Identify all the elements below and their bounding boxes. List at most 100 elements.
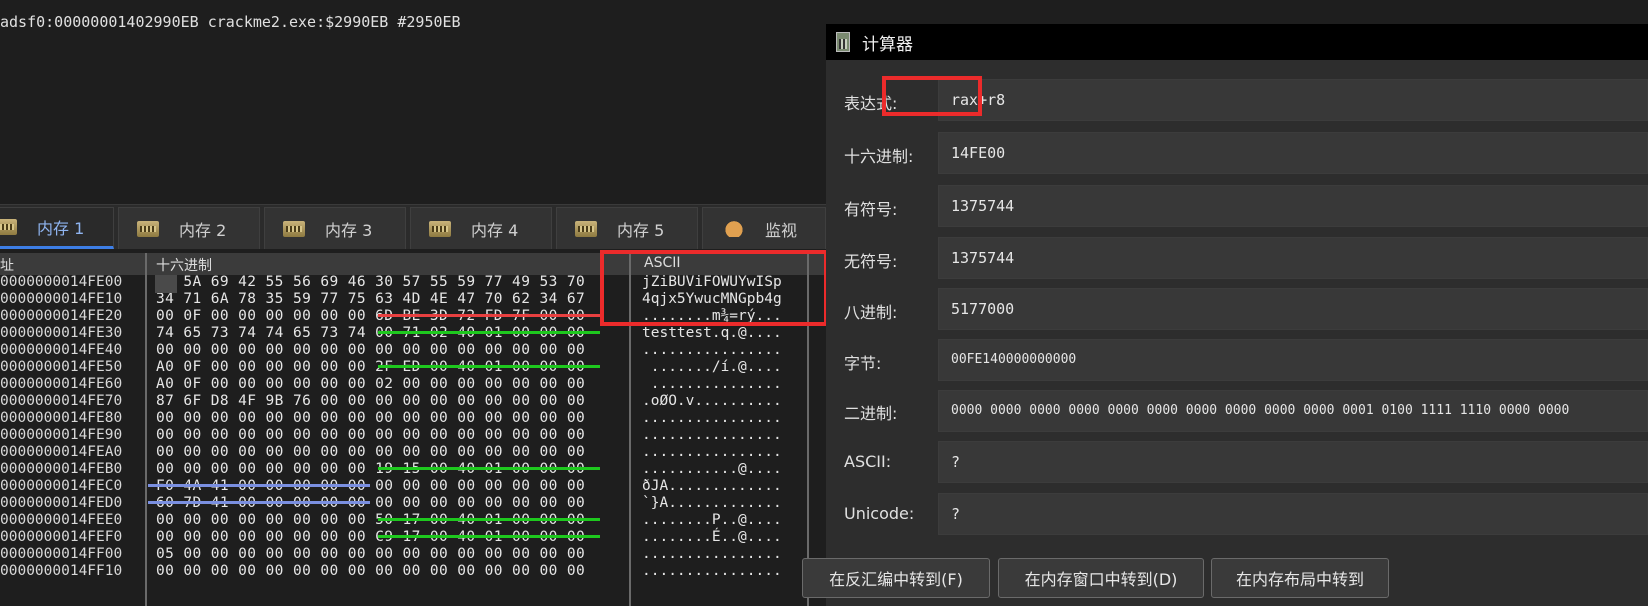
dump-row-ascii[interactable]: ðJA.............: [642, 477, 782, 495]
memory-icon: [283, 220, 305, 237]
dump-row[interactable]: 0000000014FEA0 00 00 00 00 00 00 00 00 00…: [0, 443, 826, 461]
dump-row-address: 0000000014FE50: [0, 359, 123, 375]
dump-row-ascii[interactable]: .oØO.v..........: [642, 392, 782, 410]
bytes-field[interactable]: 00FE140000000000: [938, 339, 1648, 381]
dump-row-ascii[interactable]: ................: [642, 562, 782, 580]
tab-label: 内存 3: [325, 220, 373, 240]
tab-memory-3[interactable]: 内存 3: [264, 207, 406, 249]
dump-row-ascii[interactable]: `}A.............: [642, 494, 782, 512]
dump-row-hex[interactable]: A0 0F 00 00 00 00 00 00 02 00 00 00 00 0…: [156, 375, 585, 393]
signed-field[interactable]: 1375744: [938, 185, 1648, 227]
dump-row-address: 0000000014FE30: [0, 325, 123, 341]
pointer-underline: [378, 518, 600, 521]
octal-label: 八进制:: [844, 303, 898, 322]
dump-row-ascii[interactable]: ......./í.@....: [642, 358, 782, 376]
dump-row-ascii[interactable]: testtest.q.@....: [642, 324, 782, 342]
dump-row-ascii[interactable]: ................: [642, 409, 782, 427]
annotation-box-expression: [882, 76, 982, 116]
ascii-label: ASCII:: [844, 452, 892, 471]
dump-row-address: 0000000014FE40: [0, 342, 123, 358]
hex-column-header: 十六进制: [156, 258, 212, 274]
info-pane: adsf0:00000001402990EB crackme2.exe:$299…: [0, 0, 826, 202]
dump-row-address: 0000000014FE90: [0, 427, 123, 443]
dump-row-hex[interactable]: 00 00 00 00 00 00 00 00 00 00 00 00 00 0…: [156, 562, 585, 580]
dump-row-ascii[interactable]: ................: [642, 341, 782, 359]
dump-row[interactable]: 0000000014FE70 87 6F D8 4F 9B 76 00 00 00…: [0, 392, 826, 410]
annotation-box-ascii: [600, 250, 828, 326]
pointer-underline: [378, 467, 600, 470]
hex-label: 十六进制:: [844, 147, 914, 166]
calculator-icon: [836, 32, 850, 52]
dump-row-address: 0000000014FED0: [0, 495, 123, 511]
calculator-titlebar[interactable]: 计算器: [826, 24, 1648, 60]
memory-icon: [137, 220, 159, 237]
dump-row-address: 0000000014FE70: [0, 393, 123, 409]
hex-field[interactable]: 14FE00: [938, 132, 1648, 174]
dump-row[interactable]: 0000000014FED0 60 7D 41 00 00 00 00 00 00…: [0, 494, 826, 512]
tab-memory-4[interactable]: 内存 4: [410, 207, 552, 249]
memory-icon: [575, 220, 597, 237]
dump-row-address: 0000000014FE00: [0, 275, 123, 290]
dump-row-address: 0000000014FE20: [0, 308, 123, 324]
dump-row-hex[interactable]: 34 71 6A 78 35 59 77 75 63 4D 4E 47 70 6…: [156, 290, 585, 308]
goto-dump-button[interactable]: 在内存窗口中转到(D): [998, 558, 1204, 598]
dump-row-hex[interactable]: 00 00 00 00 00 00 00 00 00 00 00 00 00 0…: [156, 426, 585, 444]
dump-row[interactable]: 0000000014FF10 00 00 00 00 00 00 00 00 00…: [0, 562, 826, 580]
binary-field[interactable]: 0000 0000 0000 0000 0000 0000 0000 0000 …: [938, 390, 1648, 432]
dump-row-ascii[interactable]: ........P..@....: [642, 511, 782, 529]
tab-memory-1[interactable]: 内存 1: [0, 207, 114, 249]
dump-row-address: 0000000014FEA0: [0, 444, 123, 460]
dump-row-hex[interactable]: 6A 5A 69 42 55 56 69 46 30 57 55 59 77 4…: [156, 275, 585, 291]
binary-label: 二进制:: [844, 404, 898, 423]
dump-row[interactable]: 0000000014FF00 05 00 00 00 00 00 00 00 00…: [0, 545, 826, 563]
pointer-underline: [378, 331, 600, 334]
dump-row-ascii[interactable]: ........É..@....: [642, 528, 782, 546]
goto-disassembly-button[interactable]: 在反汇编中转到(F): [802, 558, 990, 598]
dump-row-ascii[interactable]: ...........@....: [642, 460, 782, 478]
dump-row[interactable]: 0000000014FE60 A0 0F 00 00 00 00 00 00 02…: [0, 375, 826, 393]
dump-row-address: 0000000014FF10: [0, 563, 123, 579]
dump-row-hex[interactable]: 87 6F D8 4F 9B 76 00 00 00 00 00 00 00 0…: [156, 392, 585, 410]
pointer-underline: [148, 484, 370, 487]
column-separator: [145, 253, 147, 606]
unicode-field[interactable]: ?: [938, 493, 1648, 535]
tab-label: 内存 4: [471, 220, 519, 240]
tab-memory-5[interactable]: 内存 5: [556, 207, 698, 249]
dump-row-address: 0000000014FEC0: [0, 478, 123, 494]
dump-row-ascii[interactable]: ...............: [642, 375, 782, 393]
address-info-line: adsf0:00000001402990EB crackme2.exe:$299…: [0, 13, 461, 31]
memory-icon: [429, 220, 451, 237]
dump-row-hex[interactable]: 00 00 00 00 00 00 00 00 00 00 00 00 00 0…: [156, 409, 585, 427]
dump-row-ascii[interactable]: ................: [642, 443, 782, 461]
tab-label: 内存 2: [179, 220, 227, 240]
signed-label: 有符号:: [844, 200, 898, 219]
dump-row-address: 0000000014FF00: [0, 546, 123, 562]
watch-cat-icon: [723, 220, 745, 237]
tab-memory-2[interactable]: 内存 2: [118, 207, 260, 249]
dump-row-address: 0000000014FE10: [0, 291, 123, 307]
unsigned-label: 无符号:: [844, 252, 898, 271]
goto-memory-map-button[interactable]: 在内存布局中转到: [1211, 558, 1389, 598]
dump-row-ascii[interactable]: ................: [642, 426, 782, 444]
pointer-underline: [378, 314, 600, 317]
unsigned-field[interactable]: 1375744: [938, 237, 1648, 279]
dump-row-hex[interactable]: 00 00 00 00 00 00 00 00 00 00 00 00 00 0…: [156, 341, 585, 359]
dump-row[interactable]: 0000000014FE40 00 00 00 00 00 00 00 00 00…: [0, 341, 826, 359]
dump-row-hex[interactable]: 05 00 00 00 00 00 00 00 00 00 00 00 00 0…: [156, 545, 585, 563]
selected-byte-highlight: [155, 275, 177, 293]
dump-row-address: 0000000014FE80: [0, 410, 123, 426]
pointer-underline: [378, 535, 600, 538]
expression-input[interactable]: rax+r8: [938, 79, 1648, 121]
dump-row[interactable]: 0000000014FE80 00 00 00 00 00 00 00 00 00…: [0, 409, 826, 427]
ascii-field[interactable]: ?: [938, 441, 1648, 483]
dump-row[interactable]: 0000000014FEC0 F0 4A 41 00 00 00 00 00 00…: [0, 477, 826, 495]
octal-field[interactable]: 5177000: [938, 288, 1648, 330]
tab-label: 内存 5: [617, 220, 665, 240]
dump-row-hex[interactable]: 00 00 00 00 00 00 00 00 00 00 00 00 00 0…: [156, 443, 585, 461]
dump-row-ascii[interactable]: ................: [642, 545, 782, 563]
dump-tab-bar: 内存 1 内存 2 内存 3 内存 4 内存 5 监视: [0, 204, 826, 249]
tab-watch[interactable]: 监视: [702, 207, 826, 249]
calculator-title: 计算器: [862, 35, 913, 55]
dump-row[interactable]: 0000000014FE90 00 00 00 00 00 00 00 00 00…: [0, 426, 826, 444]
pointer-underline: [148, 501, 370, 504]
